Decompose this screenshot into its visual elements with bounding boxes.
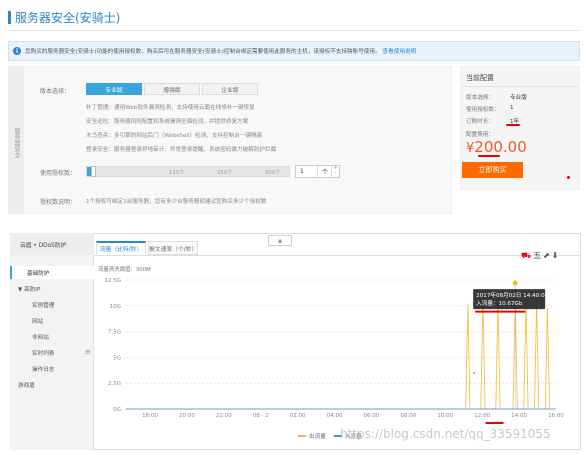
feature-item: 木马查杀：多引擎的网站后门（Webshell）检测，支持控制台一键隔离: [86, 133, 263, 139]
sidebar-item[interactable]: 网站: [10, 314, 94, 327]
hover-point: [512, 280, 518, 286]
x-tick-label: 06:00: [364, 413, 380, 419]
notice-text: 您购买的服务器安全(安骑士)功能的使用授权数，购买后可在服务器安全(安骑士)控制…: [25, 49, 381, 55]
chart-tab[interactable]: 流量（比特/秒）: [96, 241, 146, 255]
feature-item: 补丁管理：通用Web软件漏洞检测，支持使用云盾在线修补一键修复: [86, 105, 255, 111]
x-tick-label: 20:00: [179, 413, 195, 419]
cart-divider: [462, 86, 578, 87]
count-input[interactable]: 1 个 + -: [295, 165, 340, 178]
series-line: [126, 298, 556, 410]
annotation-dot: [567, 176, 570, 179]
cart-row-key: 版本选择：: [466, 95, 494, 101]
sidebar-header: 云盾 • DDoS防护: [10, 233, 94, 255]
chart-tab[interactable]: 报文速率（个/秒）: [148, 241, 198, 255]
cart-row-value: 专业版: [510, 95, 527, 101]
x-tick-label: 12:00: [474, 413, 490, 419]
slider-tick: 500个: [265, 170, 281, 176]
version-tab[interactable]: 企业版: [202, 83, 258, 95]
cart-row-key: 订购时长：: [466, 119, 494, 125]
x-tick-label: 08 - 2: [253, 413, 269, 419]
sidebar-item[interactable]: ▼ 高防IP: [10, 282, 94, 295]
x-tick-label: 04:00: [327, 413, 343, 419]
tooltip-value: 入流量：10.67Gb: [476, 299, 523, 307]
collapse-sidebar-icon[interactable]: ≡: [85, 348, 91, 356]
page-root: 服务器安全(安骑士) i 您购买的服务器安全(安骑士)功能的使用授权数，购买后可…: [0, 0, 588, 455]
x-tick-label: 22:00: [216, 413, 232, 419]
y-tick-label: 5G: [113, 355, 121, 361]
y-tick-label: 12.5G: [104, 278, 121, 284]
sidebar-item[interactable]: 实例管理: [10, 298, 94, 311]
y-tick-label: 2.5G: [108, 381, 121, 387]
feature-item: 登录安全：服务器登录异地审计、异常登录提醒、系统密码暴力破解防护拦截: [86, 147, 277, 153]
title-accent-bar: [8, 11, 11, 24]
x-tick-label: 14:00: [511, 413, 527, 419]
title-divider: [8, 30, 580, 31]
sidebar-item[interactable]: 基础防护: [10, 266, 94, 279]
chart-toolbar: ⛟五⬈⬇: [521, 250, 560, 261]
cart-row-value: 1: [510, 105, 514, 111]
usage-guide-link[interactable]: 查看使用说明: [383, 47, 417, 55]
count-value[interactable]: 1: [296, 166, 318, 177]
page-title: 服务器安全(安骑士): [8, 9, 120, 26]
stray-dot: [473, 372, 476, 374]
sidebar-item[interactable]: 非网站: [10, 330, 94, 343]
x-tick-label: 02:00: [290, 413, 306, 419]
panel-handle[interactable]: ▲: [268, 235, 292, 246]
version-label: 版本选择：: [40, 88, 71, 95]
slider-tick: 125个: [169, 170, 185, 176]
count-unit: 个: [322, 169, 329, 176]
page-title-text: 服务器安全(安骑士): [15, 11, 121, 25]
count-label: 使用授权数：: [40, 170, 77, 177]
x-tick-label: 16:00: [548, 413, 564, 419]
traffic-chart: 0G 2.5G 5G 7.5G 10G 12.5G 18:00 20:00 22:00 08 - …: [104, 278, 564, 424]
legend-swatch: [298, 435, 306, 437]
desc-label: 授权数说明：: [40, 199, 77, 206]
count-stepper[interactable]: + -: [331, 166, 339, 177]
sidebar-item[interactable]: 实时列表: [10, 346, 94, 359]
config-side-label: 服务器安全: [13, 128, 20, 158]
trend-icon[interactable]: ⬈: [543, 251, 552, 260]
annotation-underline: [506, 124, 520, 126]
slider-tick: 250个: [217, 170, 233, 176]
five-icon[interactable]: 五: [533, 251, 543, 260]
price: ¥200.00: [466, 138, 527, 156]
notice-banner: i 您购买的服务器安全(安骑士)功能的使用授权数，购买后可在服务器安全(安骑士)…: [8, 41, 580, 61]
sidebar-item[interactable]: 游戏盾: [10, 378, 94, 391]
tab-divider: [94, 255, 581, 256]
feature-item: 安全巡检：服务器风险配置和系统漏洞全面检测，并提供修复方案: [86, 119, 249, 125]
version-tab[interactable]: 增强版: [144, 83, 200, 95]
cart-row-key: 使用授权数：: [466, 107, 500, 113]
x-tick-label: 10:00: [437, 413, 453, 419]
y-tick-label: 7.5G: [108, 330, 121, 336]
version-tab[interactable]: 专业版: [86, 83, 142, 95]
annotation-underline: [478, 155, 500, 157]
slider-handle[interactable]: [91, 166, 97, 177]
info-icon: i: [13, 47, 21, 55]
restore-icon[interactable]: ⛟: [521, 251, 533, 260]
y-tick-label: 10G: [110, 304, 121, 310]
config-side-strip: 服务器安全: [8, 66, 24, 214]
cart-title: 当前配置: [466, 74, 494, 82]
sidebar-item[interactable]: 操作日志: [10, 362, 94, 375]
x-tick-label: 18:00: [142, 413, 158, 419]
legend-entry[interactable]: 出流量: [309, 432, 326, 440]
license-count-slider[interactable]: 125个 250个 500个: [86, 166, 290, 177]
buy-now-button[interactable]: 立即购买: [462, 162, 523, 178]
tooltip-title: 2017年08月02日 14:40:07: [476, 291, 549, 299]
download-icon[interactable]: ⬇: [552, 251, 561, 260]
desc-text: 1个授权可绑定1台服务器，您有多少台服务器就建议您购买多少个授权数: [86, 199, 267, 205]
watermark: https://blog.csdn.net/qq_33591055: [340, 427, 551, 441]
y-tick-label: 0G: [113, 407, 121, 413]
x-tick-label: 08:00: [400, 413, 416, 419]
decrement-icon[interactable]: -: [332, 171, 339, 176]
fee-label: 配置费用：: [466, 132, 494, 138]
price-value: 200.00: [474, 138, 527, 156]
